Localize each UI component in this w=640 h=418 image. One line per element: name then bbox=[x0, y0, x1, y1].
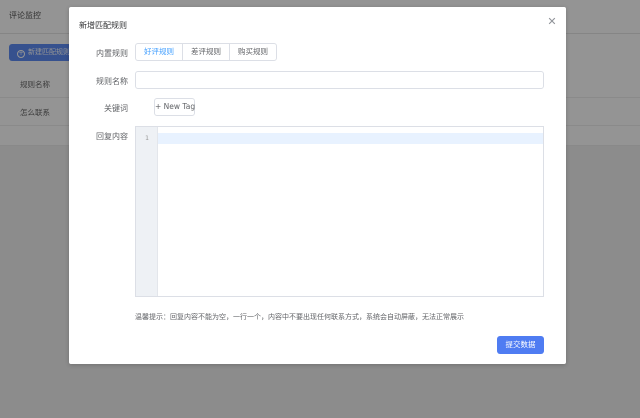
tab-negative-rule[interactable]: 差评规则 bbox=[182, 44, 229, 60]
editor-gutter bbox=[136, 127, 158, 296]
builtin-rules-label: 内置规则 bbox=[96, 49, 128, 58]
dialog-title: 新增匹配规则 bbox=[79, 21, 127, 30]
line-number: 1 bbox=[145, 134, 149, 142]
close-icon[interactable]: ✕ bbox=[546, 16, 558, 28]
add-rule-dialog: 新增匹配规则 ✕ 内置规则 好评规则 差评规则 购买规则 规则名称 关键词 + … bbox=[69, 7, 566, 364]
tab-positive-rule[interactable]: 好评规则 bbox=[136, 44, 182, 60]
reply-content-editor[interactable]: 1 bbox=[135, 126, 544, 297]
keywords-label: 关键词 bbox=[104, 104, 128, 113]
new-tag-button[interactable]: + New Tag bbox=[154, 98, 195, 116]
rule-name-input[interactable] bbox=[135, 71, 544, 89]
tab-purchase-rule[interactable]: 购买规则 bbox=[229, 44, 276, 60]
rule-name-label: 规则名称 bbox=[96, 77, 128, 86]
builtin-rules-tabs: 好评规则 差评规则 购买规则 bbox=[135, 43, 277, 61]
reply-content-label: 回复内容 bbox=[96, 132, 128, 141]
submit-button[interactable]: 提交数据 bbox=[497, 336, 544, 354]
hint-text: 温馨提示：回复内容不能为空，一行一个，内容中不要出现任何联系方式，系统会自动屏蔽… bbox=[135, 313, 464, 321]
editor-active-line[interactable] bbox=[158, 133, 543, 144]
